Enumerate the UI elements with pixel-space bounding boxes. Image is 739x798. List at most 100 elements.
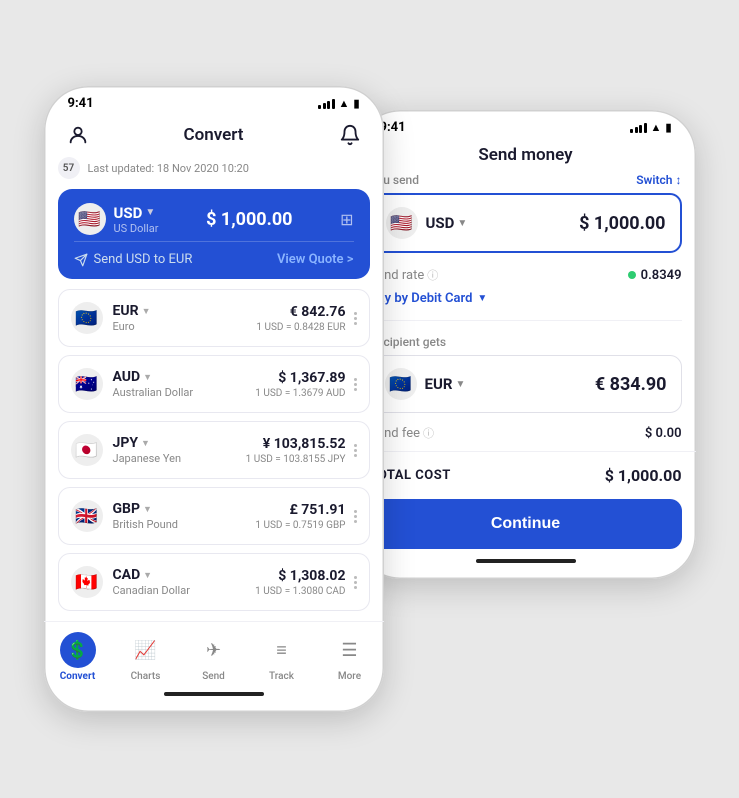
from-currency-selector[interactable]: 🇺🇸 USD ▼ (386, 207, 468, 239)
more-dots-icon-4[interactable] (354, 576, 357, 589)
right-phone: 9:41 ▲ ▮ Send money You send Sw (356, 110, 696, 579)
more-dots-icon-2[interactable] (354, 444, 357, 457)
cc-flag-2: 🇯🇵 (71, 434, 103, 466)
left-nav-bar: Convert (44, 115, 384, 157)
right-wifi-icon: ▲ (651, 121, 662, 134)
currency-list-item[interactable]: 🇯🇵 JPY ▼ Japanese Yen ¥ 103,815.52 1 USD… (58, 421, 370, 479)
tab-icon-send: ✈ (206, 640, 221, 661)
send-row: Send USD to EUR View Quote > (74, 241, 354, 279)
primary-currency-code[interactable]: USD ▼ (114, 204, 159, 222)
cc-dropdown-icon: ▼ (143, 504, 152, 515)
cc-name-2: Japanese Yen (113, 452, 182, 465)
dropdown-arrow-icon: ▼ (145, 207, 155, 218)
tab-icon-more: ☰ (341, 640, 357, 661)
tab-convert[interactable]: 💲 Convert (60, 632, 96, 682)
right-status-bar: 9:41 ▲ ▮ (356, 110, 696, 139)
switch-button[interactable]: Switch ↕ (636, 173, 681, 187)
right-nav-bar: Send money (356, 139, 696, 173)
cc-amount-3: £ 751.91 (255, 502, 345, 518)
profile-icon[interactable] (64, 121, 92, 149)
cc-name-1: Australian Dollar (113, 386, 194, 399)
right-battery-icon: ▮ (665, 121, 671, 134)
currency-list-item[interactable]: 🇪🇺 EUR ▼ Euro € 842.76 1 USD = 0.8428 EU… (58, 289, 370, 347)
currency-list: 🇪🇺 EUR ▼ Euro € 842.76 1 USD = 0.8428 EU… (58, 289, 370, 611)
fee-info-icon[interactable]: ⓘ (423, 425, 434, 441)
rate-info-icon[interactable]: ⓘ (427, 267, 438, 283)
tab-icon-convert: 💲 (66, 640, 88, 661)
tab-icon-wrap-charts: 📈 (128, 632, 164, 668)
cc-amount-block-2: ¥ 103,815.52 1 USD = 103.8155 JPY (246, 436, 346, 465)
currency-list-item[interactable]: 🇨🇦 CAD ▼ Canadian Dollar $ 1,308.02 1 US… (58, 553, 370, 611)
left-status-icons: ▲ ▮ (318, 97, 359, 110)
pay-method-row[interactable]: Pay by Debit Card ▼ (370, 291, 682, 306)
cc-rate-4: 1 USD = 1.3080 CAD (255, 586, 345, 597)
cc-left: 🇯🇵 JPY ▼ Japanese Yen (71, 434, 182, 466)
cc-rate-1: 1 USD = 1.3679 AUD (255, 388, 345, 399)
primary-currency-card[interactable]: 🇺🇸 USD ▼ US Dollar $ 1,000.00 ⊞ (58, 189, 370, 279)
cc-amount-block-0: € 842.76 1 USD = 0.8428 EUR (256, 304, 345, 333)
cc-dropdown-icon: ▼ (141, 438, 150, 449)
total-cost-bar: TOTAL COST $ 1,000.00 (356, 451, 696, 499)
cc-name-0: Euro (113, 320, 151, 333)
primary-currency-info: USD ▼ US Dollar (114, 204, 159, 235)
to-currency-selector[interactable]: 🇪🇺 EUR ▼ (385, 368, 466, 400)
bell-icon[interactable] (336, 121, 364, 149)
currency-list-item[interactable]: 🇦🇺 AUD ▼ Australian Dollar $ 1,367.89 1 … (58, 355, 370, 413)
primary-currency-amount: $ 1,000.00 (206, 209, 292, 230)
send-rate-value: 0.8349 (628, 268, 682, 283)
more-dots-icon-0[interactable] (354, 312, 357, 325)
cc-left: 🇪🇺 EUR ▼ Euro (71, 302, 151, 334)
cc-flag-3: 🇬🇧 (71, 500, 103, 532)
from-amount[interactable]: $ 1,000.00 (579, 213, 665, 234)
more-dots-icon-1[interactable] (354, 378, 357, 391)
tab-icon-wrap-track: ≡ (264, 632, 300, 668)
cc-amount-block-3: £ 751.91 1 USD = 0.7519 GBP (255, 502, 345, 531)
to-amount: € 834.90 (595, 374, 667, 395)
cc-code-4: CAD ▼ (113, 567, 190, 583)
from-dropdown-arrow-icon: ▼ (457, 218, 467, 229)
you-send-row: You send Switch ↕ (370, 173, 682, 187)
cc-right-0: € 842.76 1 USD = 0.8428 EUR (256, 304, 356, 333)
app-container: 9:41 ▲ ▮ Convert (24, 66, 716, 732)
cc-right-3: £ 751.91 1 USD = 0.7519 GBP (255, 502, 356, 531)
tab-charts[interactable]: 📈 Charts (128, 632, 164, 682)
tab-track[interactable]: ≡ Track (264, 632, 300, 682)
left-time: 9:41 (68, 96, 94, 111)
total-cost-value: $ 1,000.00 (605, 466, 682, 485)
fee-value: $ 0.00 (645, 426, 682, 441)
tab-label-convert: Convert (60, 671, 95, 682)
view-quote-button[interactable]: View Quote > (277, 252, 354, 267)
tab-more[interactable]: ☰More (332, 632, 368, 682)
signal-icon (318, 99, 335, 109)
cc-left: 🇦🇺 AUD ▼ Australian Dollar (71, 368, 194, 400)
from-currency-box[interactable]: 🇺🇸 USD ▼ $ 1,000.00 (370, 193, 682, 253)
tab-bar: 💲 Convert 📈 Charts ✈ Send ≡ Track ☰More (44, 621, 384, 684)
tab-icon-wrap-more: ☰ (332, 632, 368, 668)
to-currency-code: EUR ▼ (425, 375, 466, 393)
tab-icon-track: ≡ (276, 640, 287, 661)
left-status-bar: 9:41 ▲ ▮ (44, 86, 384, 115)
cc-dropdown-icon: ▼ (143, 372, 152, 383)
cc-name-4: Canadian Dollar (113, 584, 190, 597)
update-badge: 57 (58, 157, 80, 179)
cc-code-3: GBP ▼ (113, 501, 178, 517)
cc-info-2: JPY ▼ Japanese Yen (113, 435, 182, 465)
cc-amount-block-4: $ 1,308.02 1 USD = 1.3080 CAD (255, 568, 345, 597)
usd-flag: 🇺🇸 (74, 203, 106, 235)
home-indicator (164, 692, 264, 696)
currency-list-item[interactable]: 🇬🇧 GBP ▼ British Pound £ 751.91 1 USD = … (58, 487, 370, 545)
tab-label-charts: Charts (131, 671, 161, 682)
cc-info-4: CAD ▼ Canadian Dollar (113, 567, 190, 597)
recipient-currency-box[interactable]: 🇪🇺 EUR ▼ € 834.90 (370, 355, 682, 413)
tab-send[interactable]: ✈ Send (196, 632, 232, 682)
tab-label-send: Send (202, 671, 225, 682)
more-dots-icon-3[interactable] (354, 510, 357, 523)
cc-code-2: JPY ▼ (113, 435, 182, 451)
continue-button[interactable]: Continue (370, 499, 682, 549)
tab-label-track: Track (269, 671, 294, 682)
calculator-icon[interactable]: ⊞ (340, 210, 353, 229)
primary-currency-left: 🇺🇸 USD ▼ US Dollar (74, 203, 159, 235)
send-label[interactable]: Send USD to EUR (74, 252, 193, 267)
pay-method-label: Pay by Debit Card (370, 291, 473, 306)
cc-flag-0: 🇪🇺 (71, 302, 103, 334)
